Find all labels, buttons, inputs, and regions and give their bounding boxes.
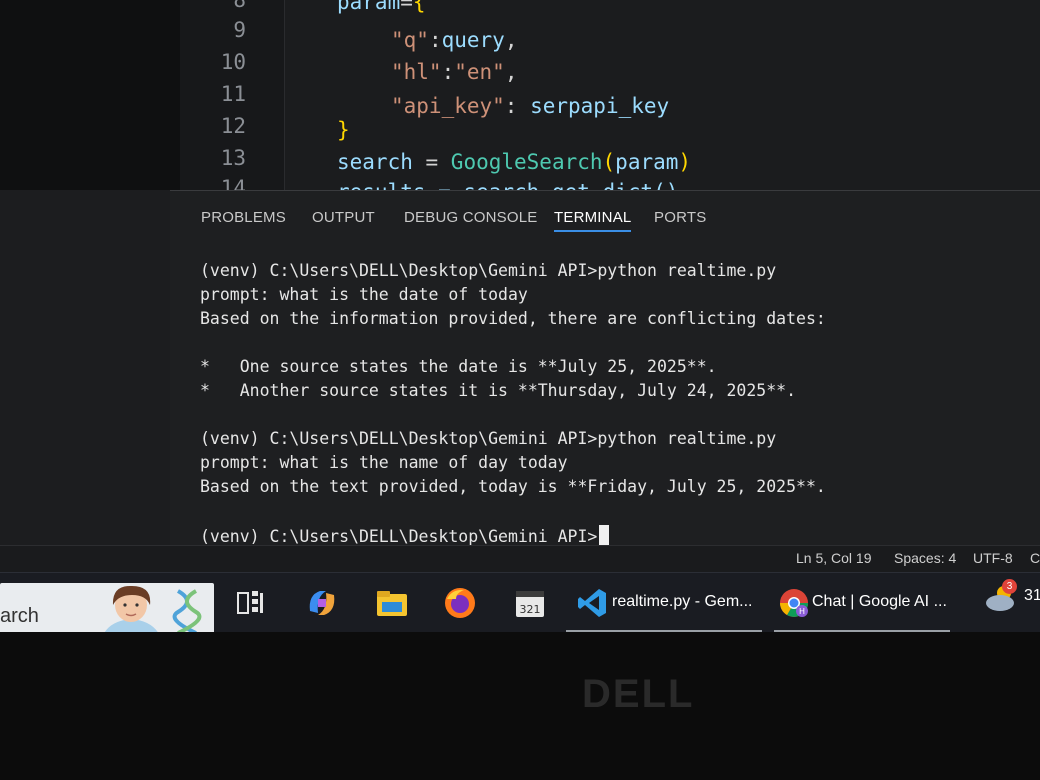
panel-tabs: PROBLEMS OUTPUT DEBUG CONSOLE TERMINAL P… — [170, 191, 1040, 241]
code-line: search = GoogleSearch(param) — [337, 150, 691, 174]
code-token: { — [412, 0, 426, 14]
code-token: GoogleSearch — [450, 150, 603, 174]
code-line: "api_key": serpapi_key — [391, 94, 669, 118]
code-token: : — [504, 94, 531, 118]
code-line: param={ — [337, 0, 426, 14]
taskbar-app-label: realtime.py - Gem... — [612, 593, 753, 610]
clock-fragment[interactable]: 31 — [1024, 587, 1040, 605]
terminal-line: Based on the information provided, there… — [200, 309, 826, 328]
code-token: = — [400, 0, 413, 14]
terminal-line: * One source states the date is **July 2… — [200, 357, 717, 376]
chrome-icon: H — [780, 589, 808, 617]
monitor-screen: 8 9 10 11 12 13 14 param={ "q":query, "h… — [0, 0, 1040, 632]
code-token: ( — [602, 150, 616, 174]
svg-text:H: H — [799, 607, 805, 616]
code-token: } — [337, 118, 350, 142]
terminal-prompt-text: (venv) C:\Users\DELL\Desktop\Gemini API> — [200, 527, 598, 546]
code-token: = — [412, 150, 451, 174]
code-token: "hl" — [391, 60, 442, 84]
taskbar-search[interactable]: arch — [0, 583, 214, 632]
editor-sidebar — [0, 0, 180, 190]
tab-problems[interactable]: PROBLEMS — [201, 209, 286, 226]
status-bar: Ln 5, Col 19 Spaces: 4 UTF-8 C — [0, 545, 1040, 573]
media-player-icon[interactable]: 321 — [512, 585, 548, 621]
terminal-cursor — [599, 525, 610, 545]
line-number: 9 — [233, 18, 246, 42]
code-token: ) — [678, 150, 692, 174]
terminal-line: (venv) C:\Users\DELL\Desktop\Gemini API>… — [200, 429, 777, 448]
dna-icon — [172, 589, 202, 632]
taskbar-app-label: Chat | Google AI ... — [812, 593, 947, 610]
terminal-prompt[interactable]: (venv) C:\Users\DELL\Desktop\Gemini API> — [200, 525, 610, 546]
terminal-line: Based on the text provided, today is **F… — [200, 477, 826, 496]
line-number: 12 — [220, 114, 246, 138]
code-token: param — [615, 150, 679, 174]
line-number: 10 — [220, 50, 246, 74]
weather-badge: 3 — [1002, 579, 1017, 594]
taskbar-app-chrome[interactable]: H Chat | Google AI ... — [774, 575, 950, 632]
terminal-line: * Another source states it is **Thursday… — [200, 381, 797, 400]
code-token: : — [441, 60, 455, 84]
code-line: results = search.get_dict() — [337, 180, 678, 190]
tab-debug-console[interactable]: DEBUG CONSOLE — [404, 209, 537, 226]
monitor-bezel — [0, 632, 1040, 780]
line-ending-setting[interactable]: C — [1030, 550, 1040, 566]
tab-terminal[interactable]: TERMINAL — [554, 209, 632, 232]
code-token: , — [504, 28, 518, 52]
terminal-line: prompt: what is the date of today — [200, 285, 528, 304]
windows-taskbar: arch 321 realtime.py - Gem... H Chat | G… — [0, 572, 1040, 632]
line-number: 13 — [220, 146, 246, 170]
line-number-gutter: 8 9 10 11 12 13 14 — [180, 0, 285, 190]
line-number: 11 — [220, 82, 246, 106]
terminal-line: prompt: what is the name of day today — [200, 453, 568, 472]
code-token: param — [337, 0, 401, 14]
file-explorer-icon[interactable] — [374, 585, 410, 621]
code-editor[interactable]: 8 9 10 11 12 13 14 param={ "q":query, "h… — [0, 0, 1040, 190]
code-token: , — [504, 60, 518, 84]
code-area[interactable]: param={ "q":query, "hl":"en", "api_key":… — [285, 0, 1040, 190]
terminal-line: (venv) C:\Users\DELL\Desktop\Gemini API>… — [200, 261, 777, 280]
tab-output[interactable]: OUTPUT — [312, 209, 375, 226]
code-line: "q":query, — [391, 28, 517, 52]
code-line: } — [337, 118, 350, 142]
code-token: serpapi_key — [530, 94, 670, 118]
code-token: "api_key" — [391, 94, 505, 118]
search-placeholder: arch — [0, 605, 39, 627]
code-token: "en" — [454, 60, 505, 84]
code-token: query — [441, 28, 505, 52]
code-token: : — [428, 28, 442, 52]
taskbar-app-vscode[interactable]: realtime.py - Gem... — [566, 575, 762, 632]
dell-logo: DELL — [582, 672, 695, 716]
svg-text:321: 321 — [520, 603, 541, 616]
search-highlight-illustration — [96, 583, 166, 632]
bottom-panel: PROBLEMS OUTPUT DEBUG CONSOLE TERMINAL P… — [170, 190, 1040, 546]
copilot-icon[interactable] — [304, 585, 340, 621]
encoding-setting[interactable]: UTF-8 — [973, 550, 1013, 566]
code-line: "hl":"en", — [391, 60, 517, 84]
cursor-position[interactable]: Ln 5, Col 19 — [796, 550, 872, 566]
task-view-icon[interactable] — [234, 585, 270, 621]
firefox-icon[interactable] — [442, 585, 478, 621]
vscode-icon — [578, 589, 606, 617]
line-number: 8 — [233, 0, 246, 12]
tab-ports[interactable]: PORTS — [654, 209, 706, 226]
indentation-setting[interactable]: Spaces: 4 — [894, 550, 956, 566]
weather-widget[interactable]: 3 — [984, 579, 1020, 615]
code-token: "q" — [391, 28, 429, 52]
line-number: 14 — [220, 176, 246, 190]
code-token: search — [337, 150, 413, 174]
